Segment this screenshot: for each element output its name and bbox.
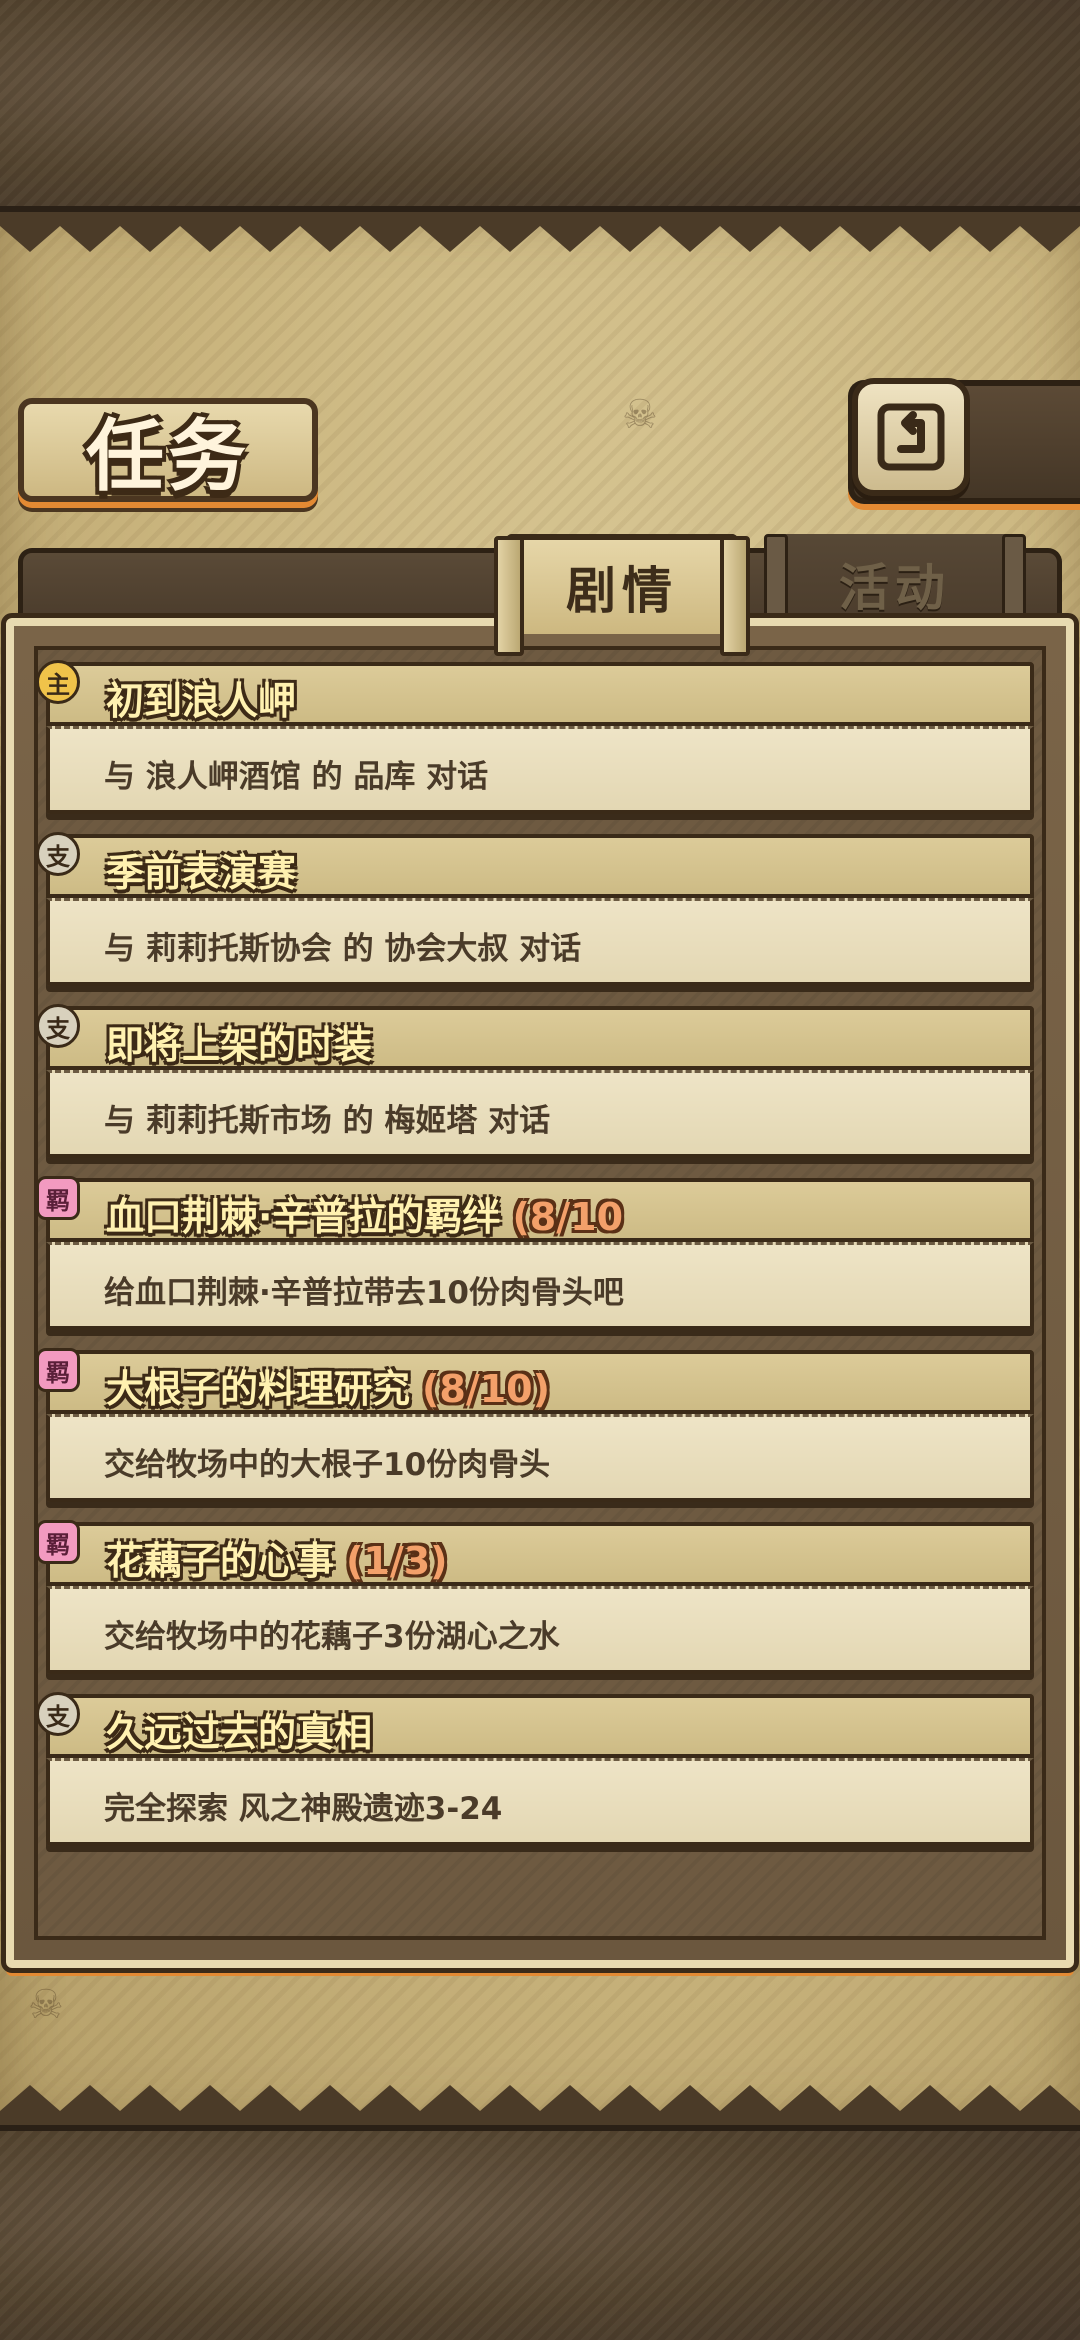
quest-header: 支 季前表演赛: [36, 832, 1034, 898]
zigzag-edge-top: [0, 212, 1080, 252]
quest-description: 交给牧场中的大根子10份肉骨头: [104, 1447, 551, 1483]
tab-activity-label: 活动: [839, 559, 951, 617]
quest-header: 羁 大根子的料理研究 (8/10): [36, 1348, 1034, 1414]
bottom-map-band: [0, 2125, 1080, 2340]
quest-title: 久远过去的真相: [106, 1711, 373, 1755]
quest-title: 初到浪人岬: [106, 679, 297, 723]
quest-title: 花藕子的心事 (1/3): [106, 1539, 448, 1583]
quest-description: 与 莉莉托斯市场 的 梅姬塔 对话: [104, 1103, 551, 1139]
quest-item-bond[interactable]: 羁 花藕子的心事 (1/3) 交给牧场中的花藕子3份湖心之水: [36, 1520, 1034, 1674]
quest-item-side[interactable]: 支 久远过去的真相 完全探索 风之神殿遗迹3-24: [36, 1692, 1034, 1846]
tab-story[interactable]: 剧情: [494, 534, 750, 656]
zigzag-edge-bottom: [0, 2085, 1080, 2125]
quest-item-bond[interactable]: 羁 血口荆棘·辛普拉的羁绊 (8/10 给血口荆棘·辛普拉带去10份肉骨头吧: [36, 1176, 1034, 1330]
quest-progress: (8/10): [422, 1367, 550, 1411]
top-map-band: [0, 0, 1080, 212]
bond-quest-badge-icon: 羁: [36, 1520, 80, 1564]
quest-item-side[interactable]: 支 季前表演赛 与 莉莉托斯协会 的 协会大叔 对话: [36, 832, 1034, 986]
return-arrow-icon: [877, 403, 945, 471]
quest-header: 支 久远过去的真相: [36, 1692, 1034, 1758]
quest-progress: (1/3): [346, 1539, 448, 1583]
skull-map-icon: ☠: [622, 392, 658, 438]
side-quest-badge-icon: 支: [36, 832, 80, 876]
quest-title: 大根子的料理研究 (8/10): [106, 1367, 550, 1411]
quest-item-bond[interactable]: 羁 大根子的料理研究 (8/10) 交给牧场中的大根子10份肉骨头: [36, 1348, 1034, 1502]
quest-header: 支 即将上架的时装: [36, 1004, 1034, 1070]
quest-item-main[interactable]: 主 初到浪人岬 与 浪人岬酒馆 的 品库 对话: [36, 660, 1034, 814]
skull-map-icon: ☠: [28, 1982, 64, 2028]
tab-story-label: 剧情: [566, 562, 678, 620]
quest-header: 羁 花藕子的心事 (1/3): [36, 1520, 1034, 1586]
quest-body: 与 浪人岬酒馆 的 品库 对话: [46, 726, 1034, 814]
quest-body: 与 莉莉托斯协会 的 协会大叔 对话: [46, 898, 1034, 986]
quest-description: 完全探索 风之神殿遗迹3-24: [104, 1791, 503, 1827]
bond-quest-badge-icon: 羁: [36, 1348, 80, 1392]
bond-quest-badge-icon: 羁: [36, 1176, 80, 1220]
quest-list: 主 初到浪人岬 与 浪人岬酒馆 的 品库 对话 支 季前表演赛 与 莉莉托斯协会…: [36, 660, 1034, 1866]
quest-description: 与 莉莉托斯协会 的 协会大叔 对话: [104, 931, 582, 967]
main-quest-badge-icon: 主: [36, 660, 80, 704]
quest-title: 即将上架的时装: [106, 1023, 373, 1067]
title-plate: 任务: [18, 398, 318, 502]
quest-title: 季前表演赛: [106, 851, 297, 895]
quest-body: 完全探索 风之神殿遗迹3-24: [46, 1758, 1034, 1846]
quest-description: 给血口荆棘·辛普拉带去10份肉骨头吧: [104, 1275, 624, 1311]
quest-header: 主 初到浪人岬: [36, 660, 1034, 726]
quest-description: 与 浪人岬酒馆 的 品库 对话: [104, 759, 489, 795]
quest-item-side[interactable]: 支 即将上架的时装 与 莉莉托斯市场 的 梅姬塔 对话: [36, 1004, 1034, 1158]
quest-body: 给血口荆棘·辛普拉带去10份肉骨头吧: [46, 1242, 1034, 1330]
page-title: 任务: [85, 411, 250, 502]
quest-progress: (8/10: [512, 1195, 624, 1239]
quest-body: 与 莉莉托斯市场 的 梅姬塔 对话: [46, 1070, 1034, 1158]
quest-header: 羁 血口荆棘·辛普拉的羁绊 (8/10: [36, 1176, 1034, 1242]
quest-body: 交给牧场中的大根子10份肉骨头: [46, 1414, 1034, 1502]
back-button[interactable]: [852, 378, 970, 496]
quest-title: 血口荆棘·辛普拉的羁绊 (8/10: [106, 1195, 624, 1239]
side-quest-badge-icon: 支: [36, 1004, 80, 1048]
side-quest-badge-icon: 支: [36, 1692, 80, 1736]
quest-body: 交给牧场中的花藕子3份湖心之水: [46, 1586, 1034, 1674]
quest-description: 交给牧场中的花藕子3份湖心之水: [104, 1619, 560, 1655]
